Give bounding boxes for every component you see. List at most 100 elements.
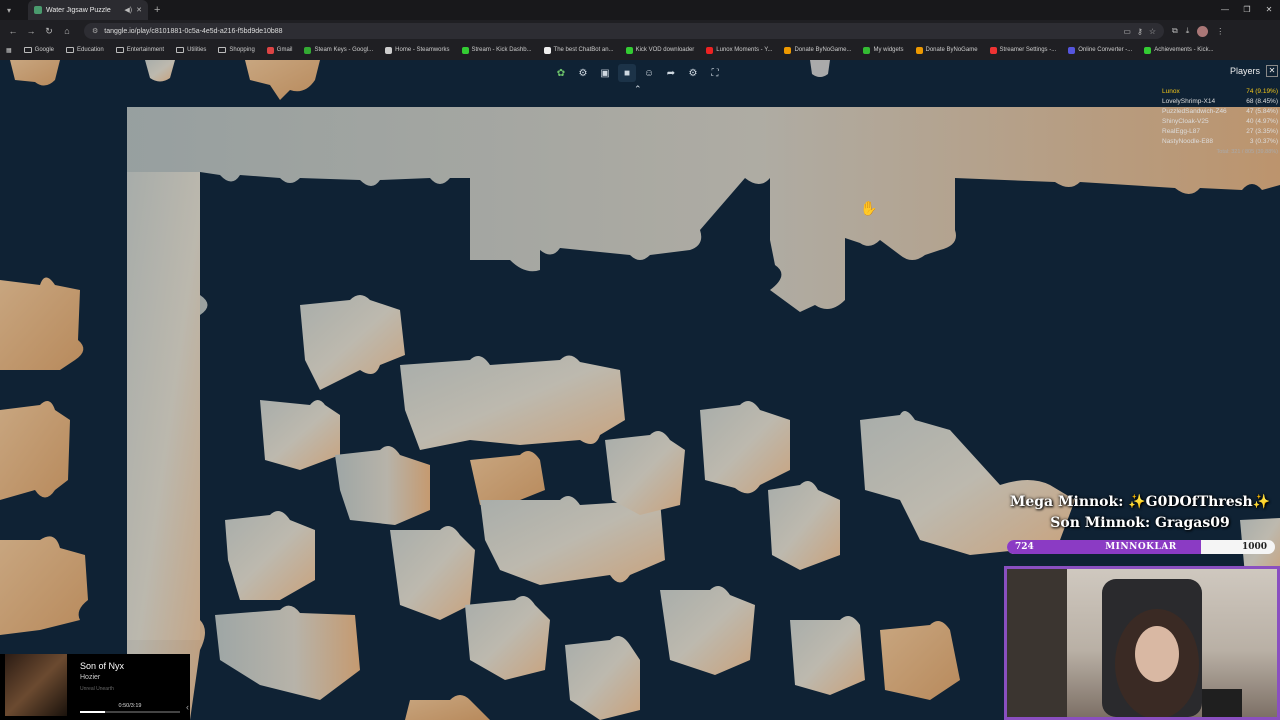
maximize-button[interactable]: ❐	[1236, 0, 1258, 20]
bookmark-5[interactable]: Gmail	[266, 46, 292, 54]
puzzle-piece[interactable]	[0, 277, 84, 371]
players-panel: Players ✕ Lunox 74 (9.19%) LovelyShrimp-X…	[1150, 65, 1278, 155]
players-list: Lunox 74 (9.19%) LovelyShrimp-X14 68 (8.45…	[1150, 87, 1278, 147]
player-name: Lunox	[1162, 88, 1180, 95]
tab-search-icon[interactable]: ▾	[0, 0, 18, 20]
bookmark-9[interactable]: The best ChatBot an...	[543, 46, 614, 54]
puzzle-piece[interactable]	[145, 60, 175, 82]
back-button[interactable]: ←	[4, 26, 22, 36]
puzzle-piece[interactable]	[405, 695, 490, 720]
address-bar[interactable]: ⚙ tanggle.io/play/c8101881-0c5a-4e5d-a21…	[84, 23, 1164, 39]
player-name: RealEgg-L87	[1162, 128, 1200, 135]
streamer-icon	[989, 46, 997, 54]
puzzle-logo-icon[interactable]: ✿	[552, 64, 570, 82]
bookmark-15[interactable]: Streamer Settings -...	[989, 46, 1057, 54]
puzzle-piece[interactable]	[810, 60, 830, 77]
download-icon[interactable]: ⤓	[1186, 26, 1190, 36]
player-score: 74 (9.19%)	[1246, 88, 1278, 95]
profile-avatar[interactable]	[1197, 25, 1209, 37]
bookmark-6[interactable]: Steam Keys - Googl...	[304, 46, 373, 54]
player-score: 47 (5.84%)	[1246, 108, 1278, 115]
image-icon[interactable]: ▣	[596, 64, 614, 82]
bookmark-7[interactable]: Home - Steamworks	[385, 46, 450, 54]
bookmark-1[interactable]: Education	[66, 47, 104, 53]
install-icon[interactable]: ▭	[1123, 27, 1131, 36]
bookmark-label: Online Converter -...	[1078, 47, 1133, 53]
fullscreen-icon[interactable]: ⛶	[706, 64, 724, 82]
puzzle-piece[interactable]	[335, 446, 430, 525]
bookmark-2[interactable]: Entertainment	[115, 47, 164, 53]
close-window-button[interactable]: ✕	[1258, 0, 1280, 20]
browser-tab[interactable]: Water Jigsaw Puzzle ◀) ✕	[28, 0, 148, 20]
player-row: LovelyShrimp-X14 68 (8.45%)	[1150, 97, 1278, 107]
bookmark-3[interactable]: Utilities	[176, 47, 206, 53]
puzzle-piece[interactable]	[605, 431, 685, 515]
folder-icon	[218, 47, 227, 53]
share-icon[interactable]: ➦	[662, 64, 680, 82]
bookmark-4[interactable]: Shopping	[218, 47, 255, 53]
puzzle-piece[interactable]	[0, 401, 70, 500]
bookmark-13[interactable]: My widgets	[863, 46, 904, 54]
puzzle-piece[interactable]	[300, 295, 405, 390]
bookmark-11[interactable]: Lunox Moments - Y...	[706, 46, 772, 54]
pieces-icon[interactable]: ⚙	[574, 64, 592, 82]
collapse-chevron-icon[interactable]: ‹	[186, 702, 189, 712]
puzzle-piece[interactable]	[10, 60, 60, 86]
puzzle-piece[interactable]	[660, 586, 755, 675]
puzzle-piece[interactable]	[0, 536, 88, 635]
folder-icon	[23, 47, 32, 53]
puzzle-piece[interactable]	[790, 616, 865, 695]
settings-icon[interactable]: ⚙	[684, 64, 702, 82]
puzzle-piece[interactable]	[700, 401, 790, 494]
bookmark-10[interactable]: Kick VOD downloader	[625, 46, 695, 54]
bookmark-label: Streamer Settings -...	[999, 47, 1057, 53]
donate-icon	[784, 46, 792, 54]
players-icon[interactable]: ☺	[640, 64, 658, 82]
puzzle-piece[interactable]	[390, 526, 475, 620]
gmail-icon	[266, 46, 274, 54]
song-artist: Hozier	[80, 674, 101, 681]
puzzle-piece[interactable]	[215, 605, 360, 700]
bookmark-14[interactable]: Donate ByNoGame	[915, 46, 978, 54]
puzzle-piece[interactable]	[565, 636, 640, 720]
extensions-icon[interactable]: ⧉	[1172, 26, 1178, 36]
bookmark-8[interactable]: Stream - Kick Dashb...	[461, 46, 532, 54]
speaker-icon[interactable]: ◀)	[124, 6, 132, 14]
player-name: ShinyCloak-V25	[1162, 118, 1209, 125]
menu-icon[interactable]: ⋮	[1216, 27, 1224, 36]
song-progress-fill	[80, 711, 105, 713]
tab-close-icon[interactable]: ✕	[136, 6, 142, 14]
bookmark-label: Kick VOD downloader	[635, 47, 695, 53]
chevron-up-icon[interactable]: ⌃	[634, 84, 642, 95]
minimize-button[interactable]: —	[1214, 0, 1236, 20]
bookmark-12[interactable]: Donate ByNoGame...	[784, 46, 851, 54]
bookmark-star-icon[interactable]: ☆	[1149, 27, 1156, 36]
puzzle-piece[interactable]	[225, 511, 315, 600]
window-controls: — ❐ ✕	[1214, 0, 1280, 20]
bookmark-17[interactable]: Achievements - Kick...	[1144, 46, 1214, 54]
forward-button[interactable]: →	[22, 26, 40, 36]
puzzle-piece[interactable]	[470, 451, 545, 505]
puzzle-piece[interactable]	[260, 400, 340, 470]
puzzle-piece[interactable]	[400, 355, 625, 450]
puzzle-piece[interactable]	[245, 60, 320, 100]
background-icon[interactable]: ■	[618, 64, 636, 82]
apps-icon[interactable]: ▦	[6, 47, 12, 54]
widgets-icon	[863, 46, 871, 54]
player-row: PuzzledSandwich-Z46 47 (5.84%)	[1150, 107, 1278, 117]
puzzle-piece[interactable]	[880, 621, 960, 700]
minnok-overlay: Mega Minnok: ✨G0DOfThresh✨ Son Minnok: G…	[1006, 492, 1274, 534]
site-info-icon[interactable]: ⚙	[92, 27, 98, 35]
bookmark-0[interactable]: Google	[23, 47, 54, 53]
puzzle-piece[interactable]	[768, 481, 840, 570]
reload-button[interactable]: ↻	[40, 26, 58, 37]
youtube-icon	[706, 46, 714, 54]
key-icon[interactable]: ⚷	[1137, 27, 1143, 36]
close-players-button[interactable]: ✕	[1266, 65, 1278, 77]
puzzle-piece[interactable]	[465, 596, 550, 680]
bookmark-label: Stream - Kick Dashb...	[471, 47, 532, 53]
bookmark-16[interactable]: Online Converter -...	[1068, 46, 1133, 54]
new-tab-button[interactable]: +	[154, 4, 160, 16]
home-button[interactable]: ⌂	[58, 26, 76, 36]
chatbot-icon	[543, 46, 551, 54]
